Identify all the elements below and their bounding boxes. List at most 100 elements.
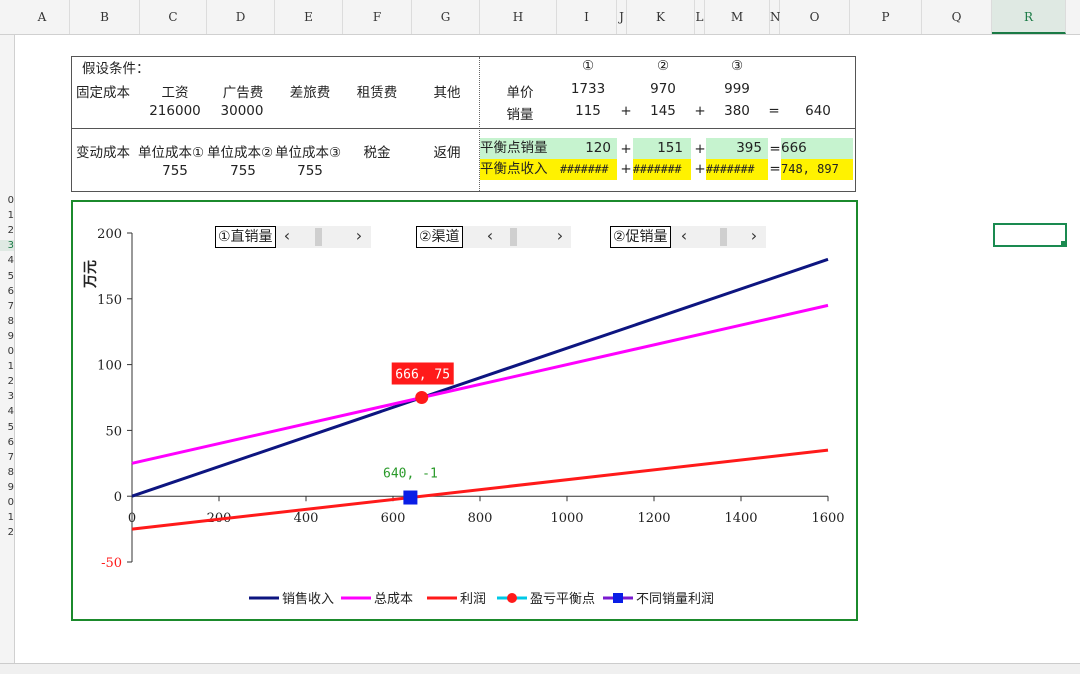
column-header-r[interactable]: R <box>992 0 1066 34</box>
row-header[interactable]: 4 <box>0 406 14 417</box>
legend-label: 不同销量利润 <box>636 592 714 607</box>
row-header[interactable]: 6 <box>0 286 14 297</box>
scrollbar-label: ①直销量 <box>215 226 276 248</box>
row-header[interactable]: 0 <box>0 346 14 357</box>
column-header-l[interactable]: L <box>695 0 705 34</box>
fixed-header-rent: 租赁费 <box>356 85 398 101</box>
be-revenue-2: ####### <box>633 159 691 180</box>
row-header[interactable]: 4 <box>0 255 14 266</box>
scroll-thumb[interactable] <box>315 228 322 246</box>
column-header-f[interactable]: F <box>343 0 412 34</box>
column-header-a[interactable]: A <box>15 0 70 34</box>
column-header-e[interactable]: E <box>275 0 343 34</box>
fixed-header-travel: 差旅费 <box>289 85 331 101</box>
scroll-right-button[interactable]: › <box>744 226 764 248</box>
be-volume-3: 395 <box>706 138 768 159</box>
variable-cost-label: 变动成本 <box>76 145 130 161</box>
row-header[interactable]: 8 <box>0 467 14 478</box>
fill-handle[interactable] <box>1061 241 1066 246</box>
assumptions-title: 假设条件： <box>82 61 150 77</box>
column-header-b[interactable]: B <box>70 0 140 34</box>
scroll-thumb[interactable] <box>720 228 727 246</box>
series-line-1 <box>131 303 829 465</box>
be-volume-1: 120 <box>560 138 617 159</box>
scroll-right-button[interactable]: › <box>550 226 570 248</box>
variable-header-3: 单位成本③ <box>275 145 342 161</box>
column-header-o[interactable]: O <box>780 0 850 34</box>
volume-total: 640 <box>805 103 831 119</box>
x-tick-label: 600 <box>381 511 406 526</box>
row-header[interactable]: 7 <box>0 301 14 312</box>
column-header-n[interactable]: N <box>770 0 781 34</box>
be-revenue-1: ####### <box>560 159 617 180</box>
fixed-header-wage: 工资 <box>161 85 189 101</box>
scroll-left-button[interactable]: ‹ <box>277 226 297 248</box>
row-header[interactable]: 6 <box>0 437 14 448</box>
variable-header-rebate: 返佣 <box>433 145 461 161</box>
column-header-k[interactable]: K <box>627 0 695 34</box>
y-tick-label: -50 <box>101 556 122 571</box>
row-header-bar: 0 1 2 3 4 5 6 7 8 9 0 1 2 3 4 5 6 7 8 9 0 1 2 <box>0 35 15 665</box>
plus-sign: + <box>620 161 632 177</box>
column-header-g[interactable]: G <box>412 0 480 34</box>
scrollbar-channel[interactable]: ②渠道 ‹ › <box>416 226 571 248</box>
column-header-p[interactable]: P <box>850 0 922 34</box>
legend-label: 利润 <box>460 592 486 607</box>
column-header-h[interactable]: H <box>480 0 557 34</box>
row-header[interactable]: 9 <box>0 331 14 342</box>
legend-label: 总成本 <box>374 592 413 607</box>
legend-swatch-marker <box>613 593 623 603</box>
x-tick-label: 400 <box>294 511 319 526</box>
legend-label: 盈亏平衡点 <box>530 592 595 607</box>
column-header-d[interactable]: D <box>207 0 275 34</box>
sheet-tab-bar[interactable] <box>0 663 1080 674</box>
row-header[interactable]: 5 <box>0 422 14 433</box>
chart-container[interactable]: -50 0 50 100 150 200 0 200 400 600 800 1000 1200 1400… <box>71 200 858 621</box>
x-tick-label: 0 <box>128 511 136 526</box>
row-header[interactable]: 1 <box>0 512 14 523</box>
row-header[interactable]: 2 <box>0 376 14 387</box>
row-header[interactable]: 1 <box>0 210 14 221</box>
fixed-header-ad: 广告费 <box>222 85 264 101</box>
row-header[interactable]: 2 <box>0 527 14 538</box>
column-header-j[interactable]: J <box>617 0 627 34</box>
row-header[interactable]: 8 <box>0 316 14 327</box>
column-header-q[interactable]: Q <box>922 0 992 34</box>
x-tick-label: 1600 <box>811 511 844 526</box>
y-axis-label: 万元 <box>83 260 99 289</box>
be-revenue-label: 平衡点收入 <box>480 159 560 180</box>
equals-sign: = <box>769 161 781 177</box>
row-header[interactable]: 9 <box>0 482 14 493</box>
x-tick-label: 1000 <box>550 511 583 526</box>
fixed-value-ad: 30000 <box>220 103 264 119</box>
x-tick-label: 1200 <box>637 511 670 526</box>
scrollbar-direct-sales[interactable]: ①直销量 ‹ › <box>215 226 371 248</box>
scroll-right-button[interactable]: › <box>349 226 369 248</box>
price-3: 999 <box>724 81 750 97</box>
break-even-label: 666, 75 <box>395 368 450 383</box>
row-header[interactable]: 7 <box>0 452 14 463</box>
scrollbar-promotion[interactable]: ②促销量 ‹ › <box>610 226 766 248</box>
row-header[interactable]: 0 <box>0 195 14 206</box>
fixed-cost-label: 固定成本 <box>76 85 130 101</box>
row-header[interactable]: 3 <box>0 240 14 252</box>
column-header-c[interactable]: C <box>140 0 207 34</box>
scrollbar-label: ②渠道 <box>416 226 463 248</box>
row-header[interactable]: 0 <box>0 497 14 508</box>
scroll-left-button[interactable]: ‹ <box>674 226 694 248</box>
plus-sign: + <box>694 161 706 177</box>
be-volume-label: 平衡点销量 <box>480 138 560 159</box>
sales-profit-label: 640, -1 <box>383 467 438 482</box>
assumptions-table: 假设条件： 固定成本 工资 广告费 差旅费 租赁费 其他 216000 3000… <box>71 56 856 192</box>
selected-cell[interactable] <box>993 223 1067 247</box>
scroll-left-button[interactable]: ‹ <box>480 226 500 248</box>
row-header[interactable]: 5 <box>0 271 14 282</box>
be-volume-2: 151 <box>633 138 691 159</box>
scroll-thumb[interactable] <box>510 228 517 246</box>
row-header[interactable]: 2 <box>0 225 14 236</box>
row-header[interactable]: 1 <box>0 361 14 372</box>
volume-2: 145 <box>650 103 676 119</box>
column-header-m[interactable]: M <box>705 0 770 34</box>
row-header[interactable]: 3 <box>0 391 14 402</box>
column-header-i[interactable]: I <box>557 0 617 34</box>
